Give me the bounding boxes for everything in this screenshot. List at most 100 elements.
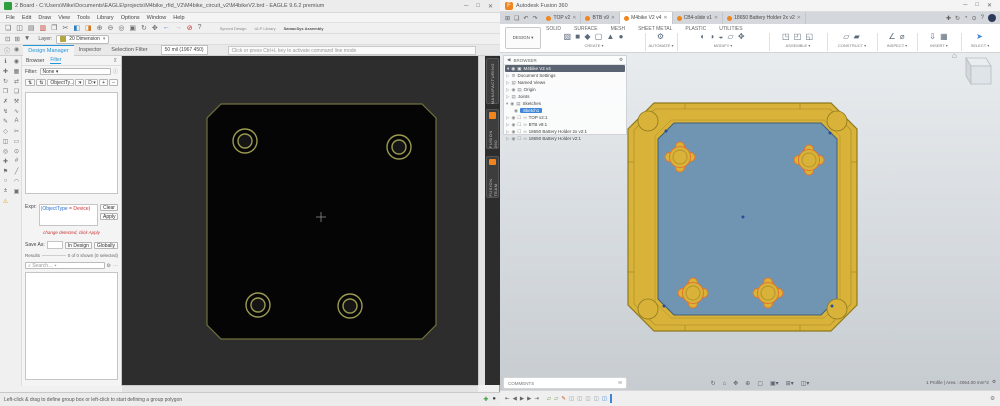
zoom-in-icon[interactable]: ⊕: [97, 24, 103, 32]
info-tool-icon[interactable]: ℹ: [4, 58, 6, 65]
construct-group-label[interactable]: CONSTRUCT ▾: [830, 43, 874, 48]
skip-end-icon[interactable]: ⇥: [534, 396, 539, 402]
eye-icon[interactable]: ◉: [511, 129, 515, 135]
browser-item-battery-holder-2x[interactable]: ▷ ◉ ☐ ∞ 18650 Battery Holder 2x v2:1: [504, 128, 626, 135]
hole-tool-icon[interactable]: ⊙: [14, 148, 19, 155]
gear-icon[interactable]: ⚙: [619, 57, 623, 63]
ratsnest-tool-icon[interactable]: #: [15, 158, 18, 165]
copy-tool-icon[interactable]: ❐: [3, 88, 8, 95]
eye-icon[interactable]: ◉: [511, 122, 515, 128]
cut-icon[interactable]: ✂: [62, 24, 68, 32]
chevron-right-icon[interactable]: ▷: [506, 80, 509, 86]
checkbox-icon[interactable]: ☐: [517, 136, 521, 142]
arc-tool-icon[interactable]: ◠: [14, 178, 19, 185]
step-forward-icon[interactable]: ▶: [527, 396, 531, 402]
look-at-icon[interactable]: ⌂: [723, 381, 727, 387]
grid-settings-icon[interactable]: ⊞▾: [786, 380, 794, 387]
tab-selection-filter[interactable]: Selection Filter: [106, 45, 152, 56]
menu-item[interactable]: Library: [97, 15, 114, 21]
operator-select[interactable]: :▾: [75, 79, 85, 86]
globally-button[interactable]: Globally: [94, 242, 118, 249]
select-group-icons[interactable]: ➤: [964, 32, 996, 41]
play-icon[interactable]: ▶: [520, 396, 524, 402]
eye-icon[interactable]: ◉: [511, 66, 515, 72]
zoom-out-icon[interactable]: ⊖: [107, 24, 113, 32]
sort-desc-button[interactable]: ⇅: [36, 79, 46, 86]
chevron-right-icon[interactable]: ▷: [506, 94, 509, 100]
orbit-icon[interactable]: ↻: [711, 380, 716, 387]
mirror-tool-icon[interactable]: ⇄: [14, 78, 19, 85]
checkbox-icon[interactable]: ☐: [517, 129, 521, 135]
chevron-down-icon[interactable]: ▾: [506, 101, 508, 107]
rotate-tool-icon[interactable]: ↻: [3, 78, 8, 85]
eye-icon[interactable]: ◉: [511, 115, 515, 121]
modify-group-icons[interactable]: ◐ ◑ ◒ ▱ ✥: [680, 32, 766, 41]
panel-tab-filter[interactable]: Filter: [50, 57, 61, 64]
tab-design-manager[interactable]: Design Manager: [23, 45, 73, 56]
copy-icon[interactable]: ❐: [51, 24, 57, 32]
browser-item-document-settings[interactable]: ▷ ⚙ Document Settings: [504, 72, 626, 79]
timeline-component4-icon[interactable]: ◫: [594, 396, 599, 402]
gear-icon[interactable]: ⚙: [992, 379, 996, 385]
close-tab-icon[interactable]: ✕: [572, 15, 576, 21]
show-tool-icon[interactable]: ◉: [14, 58, 19, 65]
text-tool-icon[interactable]: A: [14, 118, 18, 125]
pan-icon[interactable]: ✥: [733, 380, 738, 387]
close-button[interactable]: ✕: [987, 2, 992, 9]
browser-item-sketches[interactable]: ▾ ◉ ▤ Sketches: [504, 100, 626, 107]
zoom-icon[interactable]: ⊕: [745, 380, 750, 387]
browser-item-top-v2[interactable]: ▷ ◉ ☐ ∞ TOP v2:1: [504, 114, 626, 121]
automate-group-icons[interactable]: ⚙: [648, 32, 674, 41]
chevron-right-icon[interactable]: ▷: [506, 122, 509, 128]
workspace-selector[interactable]: DESIGN ▾: [505, 27, 541, 49]
close-tab-icon[interactable]: ✕: [663, 15, 667, 21]
timeline-component3-icon[interactable]: ◫: [585, 396, 590, 402]
assemble-group-icons[interactable]: ◳ ◰ ◱: [772, 32, 824, 41]
wire-tool-icon[interactable]: ✎: [3, 118, 8, 125]
chevron-right-icon[interactable]: ▷: [506, 129, 509, 135]
menu-item[interactable]: Edit: [22, 15, 31, 21]
browser-item-battery-holder[interactable]: ▷ ◉ ☐ ∞ 18650 Battery Holder v2:1: [504, 135, 626, 142]
chevron-right-icon[interactable]: ▷: [506, 73, 509, 79]
timeline-sketch1-icon[interactable]: ▱: [547, 396, 551, 402]
eye-icon[interactable]: ◉: [510, 101, 514, 107]
delete-tool-icon[interactable]: ✗: [3, 98, 8, 105]
tab-fusion-360[interactable]: FUSION 360: [486, 109, 499, 149]
doc-tab-m4bike-v2[interactable]: M4bike V2 v4 ✕: [620, 12, 673, 24]
modify-group-label[interactable]: MODIFY ▾: [680, 43, 766, 48]
samacsys-label[interactable]: SamacSys Assembly: [284, 26, 324, 31]
automate-group-label[interactable]: AUTOMATE ▾: [648, 43, 674, 48]
junction-tool-icon[interactable]: ✚: [3, 158, 8, 165]
close-tab-icon[interactable]: ✕: [611, 15, 615, 21]
minimize-button[interactable]: ─: [464, 3, 468, 10]
browser-item-joints[interactable]: ▷ ▤ Joints: [504, 93, 626, 100]
construct-group-icons[interactable]: ▱ ▰: [830, 32, 874, 41]
board-view-icon[interactable]: ⊡: [5, 35, 10, 43]
eye-icon[interactable]: ◉: [511, 87, 515, 93]
grid-toggle-icon[interactable]: ⊞: [14, 35, 19, 43]
circle-tool-icon[interactable]: ○: [4, 178, 8, 185]
open-icon[interactable]: ❏: [5, 24, 11, 32]
change-tool-icon[interactable]: ⚒: [14, 98, 19, 105]
collapse-icon[interactable]: ◀: [507, 57, 510, 63]
maximize-button[interactable]: □: [975, 2, 979, 9]
route-tool-icon[interactable]: ↯: [3, 108, 8, 115]
doc-tab-battery-holder[interactable]: 18650 Battery Holder 2x v2 ✕: [723, 12, 806, 24]
layer-dropdown[interactable]: 20 Dimension ▾: [56, 35, 109, 44]
vertical-scrollbar[interactable]: [478, 56, 485, 385]
paste-tool-icon[interactable]: ❏: [14, 88, 19, 95]
display-settings-icon[interactable]: ▣▾: [770, 380, 779, 387]
tab-fusion-team[interactable]: FUSION TEAM: [486, 156, 499, 198]
view-cube[interactable]: ⌂: [950, 44, 998, 90]
slot-tool-icon[interactable]: ▭: [14, 138, 20, 145]
step-back-icon[interactable]: ◀: [513, 396, 517, 402]
expr-textbox[interactable]: (ObjectType = Device): [39, 204, 98, 226]
eye-icon[interactable]: ◉: [514, 108, 518, 114]
in-design-button[interactable]: In Design: [65, 242, 92, 249]
add-icon[interactable]: ✚: [483, 396, 488, 403]
timeline-component1-icon[interactable]: ◫: [569, 396, 574, 402]
create-group-label[interactable]: CREATE ▾: [546, 43, 642, 48]
chevron-right-icon[interactable]: ▷: [506, 115, 509, 121]
doc-tab-btb-v9[interactable]: BTB v9 ✕: [581, 12, 620, 24]
close-tab-icon[interactable]: ✕: [797, 15, 801, 21]
